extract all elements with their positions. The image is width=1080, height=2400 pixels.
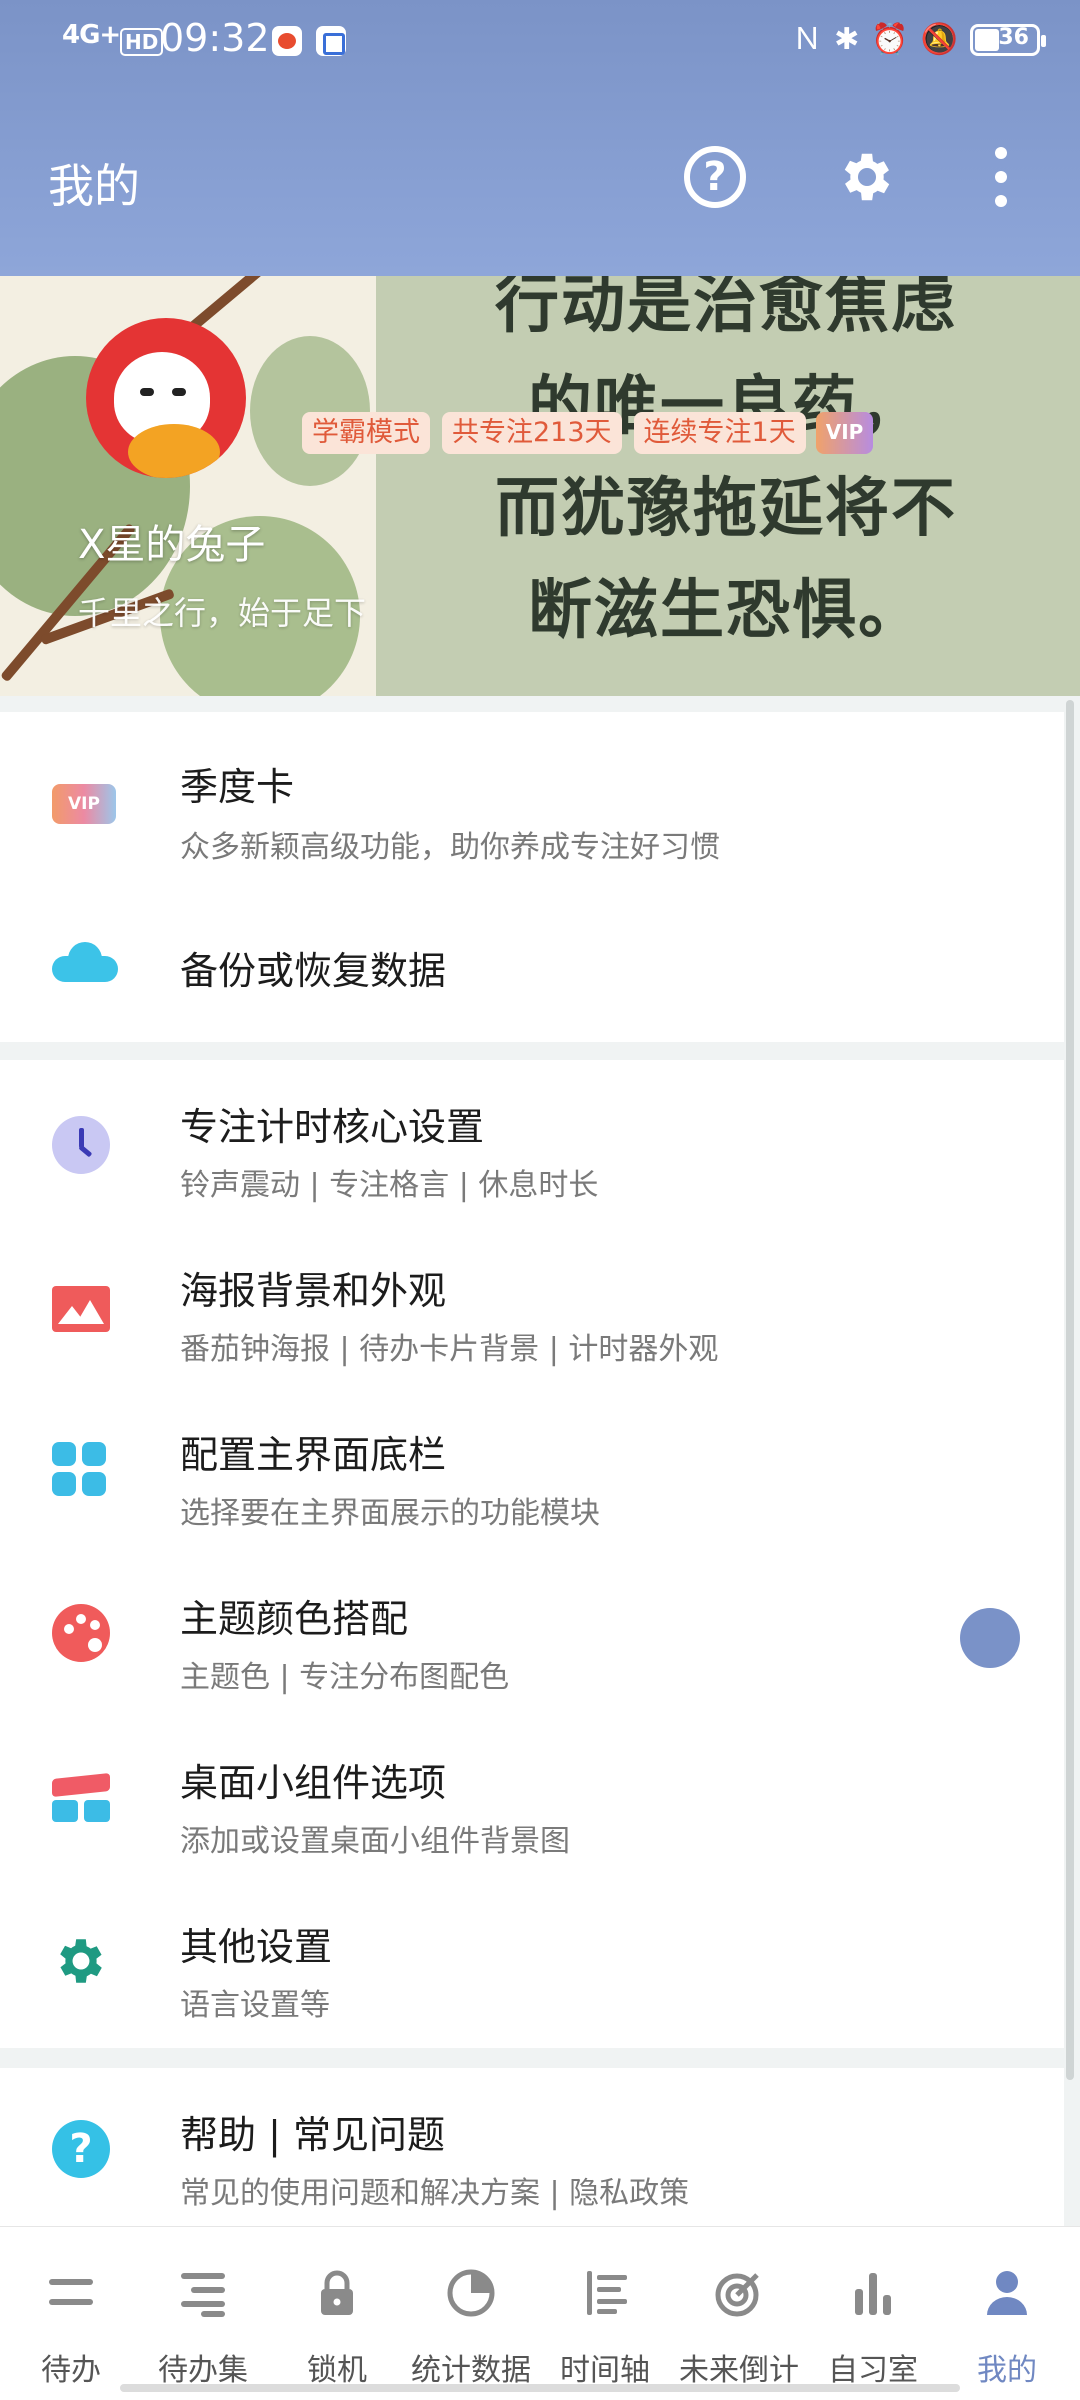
nav-label: 未来倒计	[679, 2353, 799, 2388]
clock-icon	[52, 1116, 114, 1178]
nav-label: 我的	[977, 2353, 1037, 2388]
item-title: 其他设置	[180, 1925, 333, 1969]
alarm-icon: ⏰	[871, 22, 909, 57]
nav-item-statistics[interactable]: 统计数据	[406, 2227, 536, 2400]
picture-icon	[52, 1280, 114, 1342]
timeline-icon	[587, 2271, 627, 2315]
item-subtitle: 主题色 | 专注分布图配色	[180, 1660, 510, 1695]
nav-item-lock[interactable]: 锁机	[272, 2227, 402, 2400]
quote-panel: 行动是治愈焦虑 的唯一良药， 而犹豫拖延将不 断滋生恐惧。	[376, 276, 1080, 696]
question-icon: ?	[684, 146, 746, 208]
total-focus-days-badge: 共专注213天	[442, 412, 622, 454]
gear-icon	[52, 1932, 114, 1994]
username: X星的兔子	[78, 522, 266, 568]
widget-icon	[52, 1770, 114, 1832]
app-header: 4G+ HD 09:32 Ｎ ✱ ⏰ 🔕 36 我的 ?	[0, 0, 1080, 276]
nfc-icon: Ｎ	[792, 22, 823, 57]
item-title: 主题颜色搭配	[180, 1597, 409, 1641]
page-title: 我的	[48, 159, 140, 213]
todo-set-icon	[181, 2273, 225, 2317]
item-subtitle: 选择要在主界面展示的功能模块	[180, 1496, 600, 1531]
more-vertical-icon	[995, 147, 1007, 207]
help-icon: ?	[52, 2120, 114, 2182]
banner-quote: 行动是治愈焦虑 的唯一良药， 而犹豫拖延将不 断滋生恐惧。	[495, 276, 957, 648]
nav-label: 锁机	[307, 2353, 367, 2388]
list-item-help-faq[interactable]: ? 帮助 | 常见问题 常见的使用问题和解决方案 | 隐私政策	[0, 2068, 1064, 2226]
floating-action-button[interactable]	[960, 1608, 1020, 1668]
item-title: 专注计时核心设置	[180, 1105, 485, 1149]
vip-badge: VIP	[815, 412, 874, 454]
status-icons: Ｎ ✱ ⏰ 🔕 36	[792, 22, 1046, 58]
item-subtitle: 语言设置等	[180, 1988, 330, 2023]
bottom-navigation: 待办 待办集 锁机 统计数据 时间轴 未来倒计 自习室 我的	[0, 2226, 1080, 2400]
item-title: 季度卡	[180, 765, 295, 809]
list-item-focus-timer-settings[interactable]: 专注计时核心设置 铃声震动 | 专注格言 | 休息时长	[0, 1060, 1064, 1224]
vip-icon: VIP	[52, 774, 116, 836]
todo-icon	[49, 2279, 93, 2305]
item-title: 海报背景和外观	[180, 1269, 447, 1313]
nav-item-mine[interactable]: 我的	[942, 2227, 1072, 2400]
item-subtitle: 众多新颖高级功能，助你养成专注好习惯	[180, 830, 720, 865]
network-indicator: 4G+	[62, 20, 121, 50]
bar-chart-icon	[855, 2273, 891, 2315]
home-indicator[interactable]	[120, 2384, 960, 2392]
tomato-app-icon	[272, 26, 302, 56]
cloud-icon	[52, 930, 118, 992]
list-item-backup[interactable]: 备份或恢复数据	[0, 882, 1064, 1042]
more-options-button[interactable]	[966, 142, 1036, 212]
nav-label: 待办集	[158, 2353, 248, 2388]
user-motto: 千里之行，始于足下	[78, 594, 367, 632]
study-mode-badge: 学霸模式	[302, 412, 430, 454]
item-title: 帮助 | 常见问题	[180, 2113, 445, 2157]
mute-icon: 🔕	[920, 22, 958, 57]
lock-icon	[321, 2270, 353, 2315]
list-item-other-settings[interactable]: 其他设置 语言设置等	[0, 1880, 1064, 2044]
nav-label: 统计数据	[411, 2353, 531, 2388]
gear-icon	[844, 153, 890, 201]
battery-level: 36	[998, 25, 1029, 50]
membership-card: VIP 季度卡 众多新颖高级功能，助你养成专注好习惯 备份或恢复数据	[0, 712, 1064, 1042]
list-item-season-card[interactable]: VIP 季度卡 众多新颖高级功能，助你养成专注好习惯	[0, 712, 1064, 882]
item-title: 备份或恢复数据	[180, 949, 447, 993]
target-icon	[715, 2273, 759, 2317]
battery-icon: 36	[970, 24, 1046, 56]
nav-item-countdown[interactable]: 未来倒计	[674, 2227, 804, 2400]
list-item-theme-colors[interactable]: 主题颜色搭配 主题色 | 专注分布图配色	[0, 1552, 1064, 1716]
nav-label: 时间轴	[560, 2353, 650, 2388]
item-subtitle: 番茄钟海报 | 待办卡片背景 | 计时器外观	[180, 1332, 719, 1367]
item-subtitle: 铃声震动 | 专注格言 | 休息时长	[180, 1168, 599, 1203]
avatar[interactable]	[86, 318, 246, 478]
list-item-desktop-widgets[interactable]: 桌面小组件选项 添加或设置桌面小组件背景图	[0, 1716, 1064, 1880]
nav-item-timeline[interactable]: 时间轴	[540, 2227, 670, 2400]
item-subtitle: 常见的使用问题和解决方案 | 隐私政策	[180, 2176, 690, 2211]
item-title: 桌面小组件选项	[180, 1761, 447, 1805]
list-item-poster-appearance[interactable]: 海报背景和外观 番茄钟海报 | 待办卡片背景 | 计时器外观	[0, 1224, 1064, 1388]
list-item-bottom-bar-config[interactable]: 配置主界面底栏 选择要在主界面展示的功能模块	[0, 1388, 1064, 1552]
pie-chart-icon	[447, 2269, 495, 2317]
palette-icon	[52, 1604, 114, 1666]
settings-button[interactable]	[832, 142, 902, 212]
profile-badges: 学霸模式 共专注213天 连续专注1天 VIP	[302, 412, 874, 454]
item-title: 配置主界面底栏	[180, 1433, 447, 1477]
help-button[interactable]: ?	[680, 142, 750, 212]
grid-icon	[52, 1442, 114, 1504]
status-time: 09:32	[160, 16, 270, 60]
help-card: ? 帮助 | 常见问题 常见的使用问题和解决方案 | 隐私政策	[0, 2068, 1064, 2226]
nav-item-todo[interactable]: 待办	[6, 2227, 136, 2400]
hd-indicator: HD	[120, 28, 164, 56]
nav-label: 待办	[41, 2353, 101, 2388]
calendar-app-icon	[316, 26, 346, 56]
person-icon	[987, 2271, 1027, 2315]
scrollbar[interactable]	[1066, 700, 1074, 2080]
item-subtitle: 添加或设置桌面小组件背景图	[180, 1824, 570, 1859]
bluetooth-icon: ✱	[834, 22, 860, 57]
profile-banner[interactable]: 行动是治愈焦虑 的唯一良药， 而犹豫拖延将不 断滋生恐惧。 学霸模式 共专注21…	[0, 276, 1080, 696]
settings-card: 专注计时核心设置 铃声震动 | 专注格言 | 休息时长 海报背景和外观 番茄钟海…	[0, 1060, 1064, 2048]
nav-item-todo-set[interactable]: 待办集	[138, 2227, 268, 2400]
nav-item-study-room[interactable]: 自习室	[808, 2227, 938, 2400]
status-bar: 4G+ HD 09:32 Ｎ ✱ ⏰ 🔕 36	[0, 0, 1080, 84]
nav-label: 自习室	[828, 2353, 918, 2388]
streak-badge: 连续专注1天	[633, 412, 806, 454]
